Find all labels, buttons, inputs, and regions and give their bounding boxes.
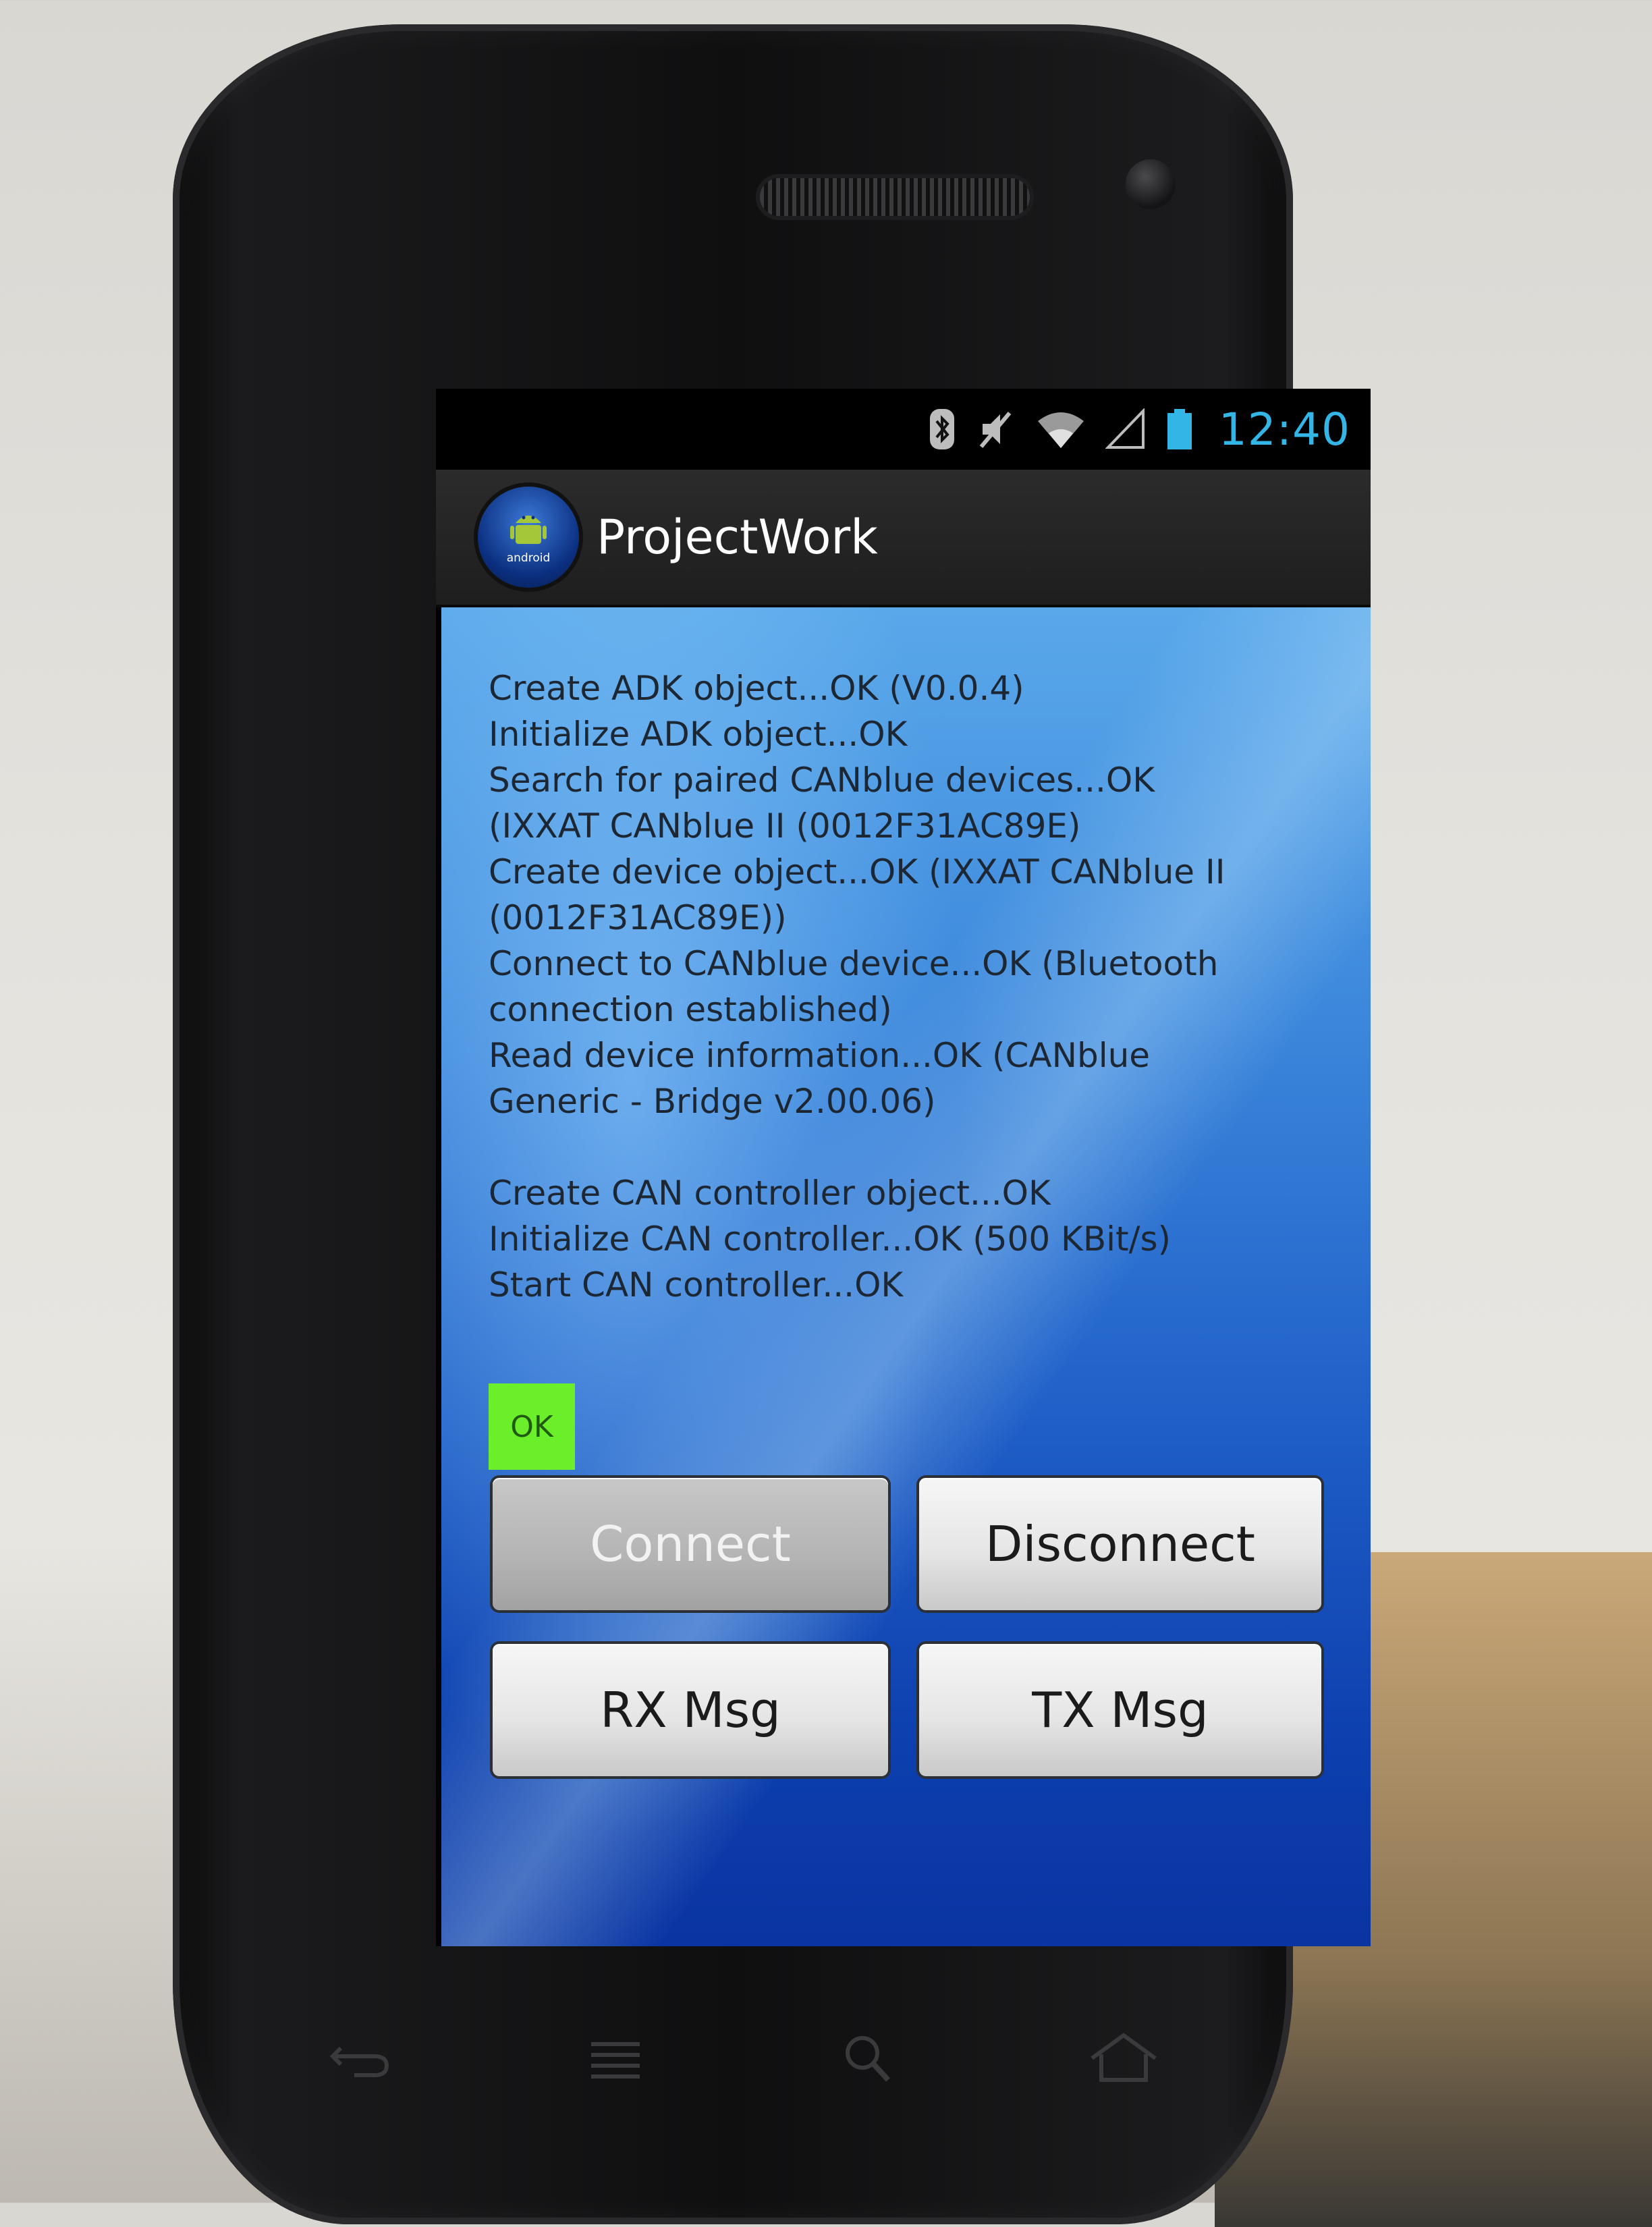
earpiece-speaker: [760, 178, 1030, 216]
battery-icon: [1167, 409, 1192, 449]
log-line: (0012F31AC89E)): [489, 898, 787, 937]
log-spacer: [489, 1124, 1352, 1170]
tx-msg-button[interactable]: TX Msg: [919, 1644, 1321, 1776]
log-line: Search for paired CANblue devices...OK: [489, 761, 1155, 800]
hardware-nav-bar: [324, 2018, 1161, 2099]
android-icon: [510, 516, 547, 544]
log-line: Start CAN controller...OK: [489, 1265, 904, 1304]
status-bar: 12:40: [436, 389, 1371, 470]
signal-icon: [1105, 408, 1145, 449]
action-bar: android ProjectWork: [436, 470, 1371, 607]
log-line: Generic - Bridge v2.00.06): [489, 1082, 936, 1121]
log-line: connection established): [489, 990, 892, 1029]
back-icon[interactable]: [324, 2028, 398, 2089]
log-line: Create ADK object...OK (V0.0.4): [489, 669, 1024, 708]
log-line: Initialize CAN controller...OK (500 KBit…: [489, 1219, 1172, 1259]
log-line: Read device information...OK (CANblue: [489, 1036, 1151, 1075]
app-icon-text: android: [506, 551, 551, 565]
connect-button[interactable]: Connect: [493, 1478, 888, 1610]
status-badge: OK: [489, 1383, 575, 1470]
app-icon[interactable]: android: [478, 487, 579, 588]
connection-log: Create ADK object...OK (V0.0.4) Initializ…: [489, 665, 1352, 1308]
bluetooth-icon: [929, 409, 954, 449]
log-line: (IXXAT CANblue II (0012F31AC89E): [489, 806, 1081, 846]
log-line: Connect to CANblue device...OK (Bluetoot…: [489, 944, 1219, 983]
log-line: Initialize ADK object...OK: [489, 715, 908, 754]
home-icon[interactable]: [1086, 2028, 1161, 2089]
disconnect-button[interactable]: Disconnect: [919, 1478, 1321, 1610]
app-title: ProjectWork: [597, 510, 878, 565]
log-line: Create CAN controller object...OK: [489, 1174, 1051, 1213]
front-camera: [1126, 159, 1176, 209]
search-icon[interactable]: [832, 2028, 906, 2089]
menu-icon[interactable]: [578, 2028, 653, 2089]
mute-icon: [979, 412, 1012, 448]
status-clock: 12:40: [1218, 403, 1350, 456]
rx-msg-button[interactable]: RX Msg: [493, 1644, 888, 1776]
log-line: Create device object...OK (IXXAT CANblue…: [489, 852, 1226, 891]
wifi-icon: [1037, 412, 1084, 448]
main-content: Create ADK object...OK (V0.0.4) Initializ…: [441, 607, 1371, 1946]
phone-body: 12:40 android ProjectWork Create ADK obj…: [173, 24, 1371, 2224]
phone-screen: 12:40 android ProjectWork Create ADK obj…: [436, 389, 1371, 1946]
